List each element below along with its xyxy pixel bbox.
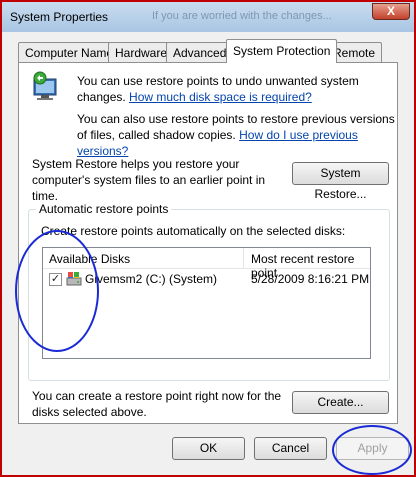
tab-hardware[interactable]: Hardware — [108, 42, 175, 62]
intro-line-1: You can use restore points to undo unwan… — [77, 73, 395, 105]
cancel-button[interactable]: Cancel — [254, 437, 327, 460]
system-protection-icon — [31, 71, 65, 105]
tab-computer-name[interactable]: Computer Name — [18, 42, 121, 62]
auto-restore-instructions: Create restore points automatically on t… — [41, 224, 346, 238]
system-restore-description: System Restore helps you restore your co… — [32, 157, 266, 203]
create-description: You can create a restore point right now… — [32, 389, 282, 419]
system-properties-window: System Properties If you are worried wit… — [0, 0, 416, 477]
list-header: Available Disks Most recent restore poin… — [43, 248, 370, 280]
column-separator[interactable] — [243, 248, 244, 269]
disk-checkbox[interactable]: ✓ — [49, 273, 62, 286]
system-restore-button[interactable]: System Restore... — [292, 162, 389, 201]
disk-space-help-link[interactable]: How much disk space is required? — [129, 90, 312, 104]
disk-name: Givemsm2 (C:) (System) — [85, 272, 217, 286]
apply-button[interactable]: Apply — [336, 437, 409, 460]
background-window-text: If you are worried with the changes... — [152, 10, 332, 22]
window-title: System Properties — [10, 10, 109, 24]
column-header-available-disks[interactable]: Available Disks — [49, 252, 130, 266]
disks-list: Available Disks Most recent restore poin… — [42, 247, 371, 359]
drive-icon — [66, 271, 82, 287]
create-button[interactable]: Create... — [292, 391, 389, 414]
tab-panel: You can use restore points to undo unwan… — [18, 62, 398, 424]
automatic-restore-points-label: Automatic restore points — [36, 202, 172, 216]
ok-button[interactable]: OK — [172, 437, 245, 460]
restore-point-date: 5/28/2009 8:16:21 PM — [251, 272, 370, 286]
tab-system-protection[interactable]: System Protection — [226, 39, 338, 63]
table-row[interactable]: ✓ Givemsm2 (C:) (System) 5/28/2009 8:16:… — [43, 270, 370, 288]
title-bar[interactable]: System Properties If you are worried wit… — [2, 2, 414, 32]
intro-line-2: You can also use restore points to resto… — [77, 111, 395, 159]
tab-advanced[interactable]: Advanced — [166, 42, 234, 62]
close-button[interactable]: X — [372, 3, 410, 20]
